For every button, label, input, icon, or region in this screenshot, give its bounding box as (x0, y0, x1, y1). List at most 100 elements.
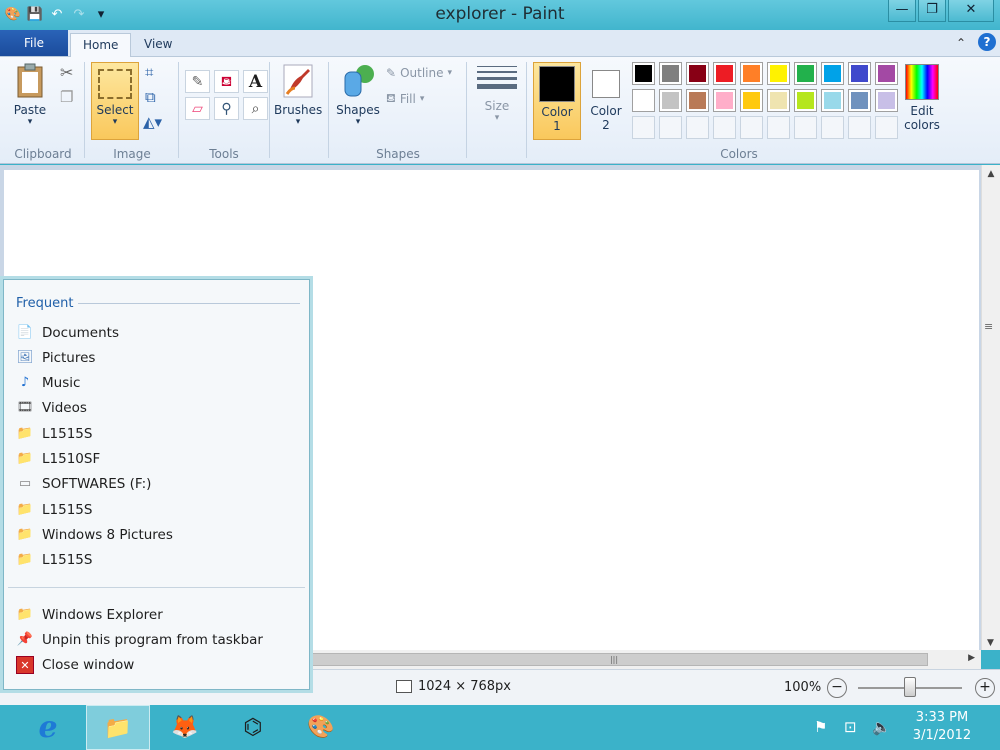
internet-explorer-icon[interactable]: e (16, 705, 80, 750)
palette-swatch[interactable] (632, 62, 655, 85)
eraser-icon[interactable]: ▱ (185, 97, 210, 120)
zoom-out-icon[interactable]: − (827, 678, 847, 698)
palette-swatch-empty[interactable] (659, 116, 682, 139)
network-app-icon[interactable]: ⌬ (221, 705, 285, 750)
drive-icon: ▭ (18, 476, 32, 492)
palette-swatch[interactable] (794, 89, 817, 112)
action-center-flag-icon[interactable]: ⚑ (814, 718, 827, 736)
jump-list-item[interactable]: ♪ Music (16, 371, 301, 396)
tab-file[interactable]: File (0, 30, 68, 56)
color2-button[interactable]: Color 2 (584, 62, 628, 140)
volume-icon[interactable]: 🔈 (872, 718, 891, 736)
jump-list-item[interactable]: ✕ Close window (16, 653, 301, 678)
resize-icon[interactable]: ⧉ (145, 88, 156, 106)
crop-icon[interactable]: ⌗ (145, 63, 153, 81)
palette-swatch[interactable] (713, 89, 736, 112)
scroll-right-icon[interactable]: ▶ (968, 653, 975, 663)
edit-colors-button[interactable]: Edit colors (900, 62, 944, 142)
videos-icon: 🎞 (16, 400, 34, 416)
group-separator (526, 62, 527, 158)
palette-swatch[interactable] (686, 89, 709, 112)
cut-icon[interactable]: ✂ (60, 63, 73, 82)
palette-swatch[interactable] (821, 62, 844, 85)
palette-swatch-empty[interactable] (740, 116, 763, 139)
palette-swatch[interactable] (848, 62, 871, 85)
palette-swatch-empty[interactable] (848, 116, 871, 139)
palette-swatch[interactable] (740, 89, 763, 112)
palette-swatch[interactable] (875, 89, 898, 112)
palette-swatch[interactable] (767, 62, 790, 85)
palette-swatch[interactable] (659, 89, 682, 112)
color-picker-icon[interactable]: ⚲ (214, 97, 239, 120)
palette-swatch[interactable] (686, 62, 709, 85)
jump-list-item[interactable]: 🎞 Videos (16, 396, 301, 421)
zoom-slider-thumb[interactable] (904, 677, 916, 697)
system-clock[interactable]: 3:33 PM 3/1/2012 (906, 709, 978, 745)
paint-taskbar-icon[interactable]: 🎨 (289, 705, 353, 750)
brush-icon (283, 64, 313, 98)
palette-swatch[interactable] (740, 62, 763, 85)
palette-swatch-empty[interactable] (794, 116, 817, 139)
palette-swatch[interactable] (794, 62, 817, 85)
palette-swatch[interactable] (848, 89, 871, 112)
palette-swatch[interactable] (875, 62, 898, 85)
palette-swatch-empty[interactable] (713, 116, 736, 139)
palette-swatch[interactable] (821, 89, 844, 112)
fill-bucket-icon[interactable]: ⛾ (214, 70, 239, 93)
rotate-icon[interactable]: ◭▾ (143, 113, 162, 131)
window-title: explorer - Paint (435, 4, 565, 24)
jump-list-item[interactable]: 📁 L1515S (16, 548, 301, 573)
scroll-grip-icon[interactable]: ≡ (984, 320, 993, 333)
jump-list-item[interactable]: 📁 Windows Explorer (16, 602, 301, 627)
fill-button[interactable]: ⛾ Fill ▾ (386, 91, 424, 107)
jump-list-item[interactable]: 📁 L1515S (16, 497, 301, 522)
palette-swatch[interactable] (632, 89, 655, 112)
vertical-scrollbar[interactable]: ▲ ≡ ▼ (981, 165, 1000, 650)
palette-swatch-empty[interactable] (821, 116, 844, 139)
scroll-down-icon[interactable]: ▼ (987, 638, 994, 648)
dropdown-arrow-icon: ▾ (295, 117, 301, 127)
tab-home[interactable]: Home (70, 33, 132, 57)
network-icon[interactable]: ⊡ (844, 718, 857, 736)
color1-button[interactable]: Color 1 (533, 62, 581, 140)
size-button[interactable]: Size ▾ (474, 62, 520, 142)
copy-icon[interactable]: ❐ (60, 88, 73, 106)
magnifier-icon[interactable]: ⌕ (243, 97, 268, 120)
group-separator (269, 62, 270, 158)
pencil-icon[interactable]: ✎ (185, 70, 210, 93)
help-icon[interactable]: ? (978, 33, 996, 51)
unpin-icon: 📌 (16, 631, 34, 647)
palette-swatch-empty[interactable] (632, 116, 655, 139)
jump-list-item[interactable]: ▭ SOFTWARES (F:) (16, 472, 301, 497)
palette-swatch[interactable] (767, 89, 790, 112)
jump-list-item[interactable]: 📁 L1510SF (16, 447, 301, 472)
minimize-ribbon-icon[interactable]: ⌃ (956, 36, 966, 50)
jump-list-item[interactable]: 📁 Windows 8 Pictures (16, 522, 301, 547)
close-button[interactable]: ✕ (948, 0, 994, 22)
minimize-button[interactable]: — (888, 0, 916, 22)
shapes-button[interactable]: Shapes ▾ (334, 62, 382, 142)
jump-list-heading: Frequent (16, 296, 74, 311)
group-label-colors: Colors (720, 147, 758, 161)
tab-view[interactable]: View (132, 33, 184, 57)
jump-list-item[interactable]: 📁 L1515S (16, 421, 301, 446)
select-button[interactable]: Select ▾ (91, 62, 139, 140)
jump-list-item[interactable]: 📄 Documents (16, 320, 301, 345)
text-tool-icon[interactable]: A (243, 70, 268, 93)
zoom-in-icon[interactable]: + (975, 678, 995, 698)
file-explorer-icon[interactable]: 📁 (86, 705, 150, 750)
palette-swatch[interactable] (659, 62, 682, 85)
scroll-thumb[interactable]: ||| (300, 653, 928, 666)
maximize-button[interactable]: ❐ (918, 0, 946, 22)
palette-swatch-empty[interactable] (686, 116, 709, 139)
palette-swatch-empty[interactable] (767, 116, 790, 139)
paste-button[interactable]: Paste ▾ (8, 62, 52, 142)
jump-list-item[interactable]: 📌 Unpin this program from taskbar (16, 627, 301, 652)
firefox-icon[interactable]: 🦊 (153, 705, 217, 750)
outline-button[interactable]: ✎ Outline ▾ (386, 66, 452, 80)
jump-list-item[interactable]: 🖼 Pictures (16, 345, 301, 370)
scroll-up-icon[interactable]: ▲ (982, 165, 1000, 179)
palette-swatch[interactable] (713, 62, 736, 85)
palette-swatch-empty[interactable] (875, 116, 898, 139)
brushes-button[interactable]: Brushes ▾ (274, 62, 322, 142)
